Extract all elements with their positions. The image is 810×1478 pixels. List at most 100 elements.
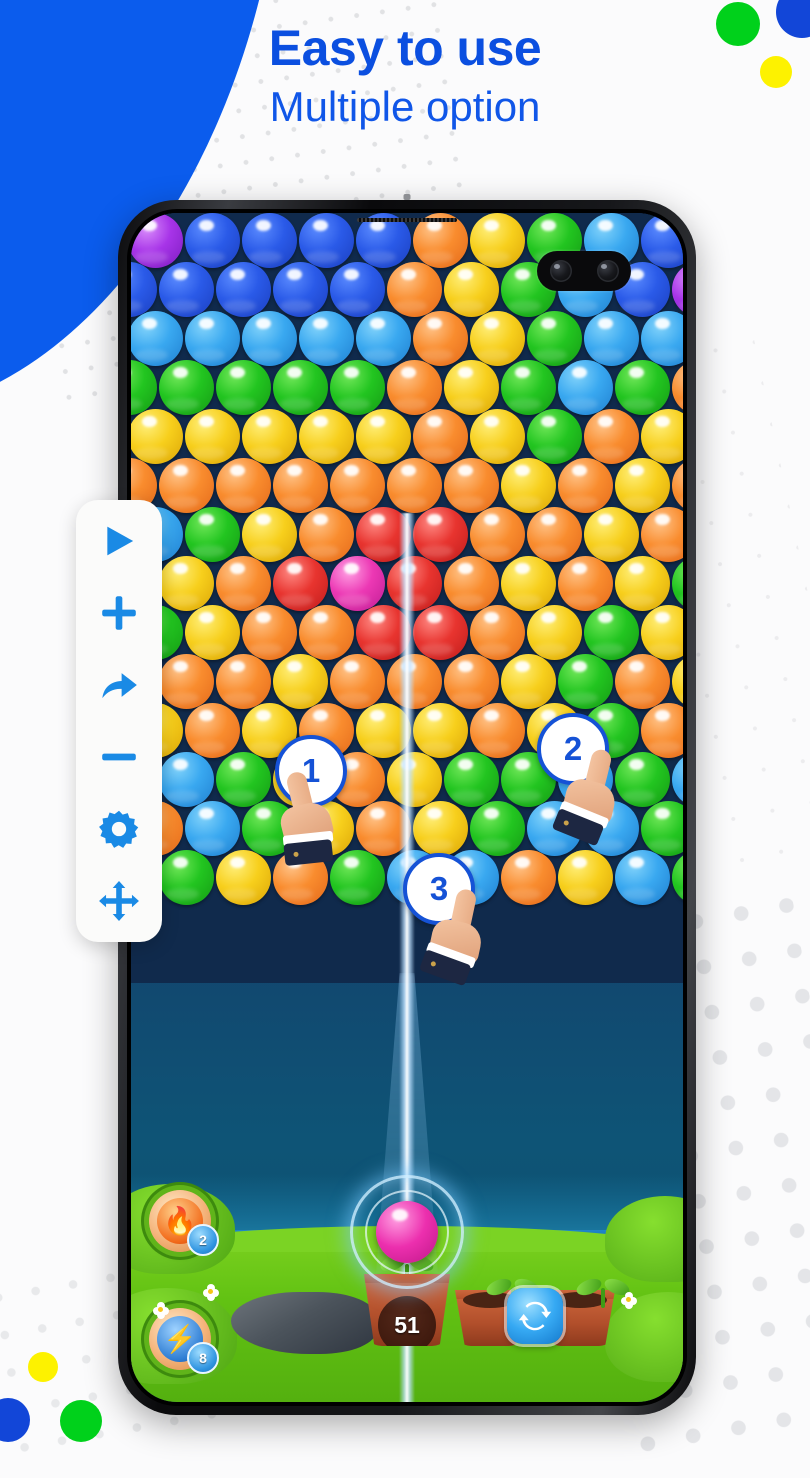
bubble-green[interactable] — [159, 850, 214, 905]
bubble-yellow[interactable] — [615, 556, 670, 611]
bubble-purple[interactable] — [672, 262, 683, 317]
bubble-orange[interactable] — [641, 703, 683, 758]
bubble-yellow[interactable] — [641, 409, 683, 464]
bubble-yellow[interactable] — [615, 458, 670, 513]
bubble-orange[interactable] — [330, 458, 385, 513]
swap-bubble-button[interactable] — [507, 1288, 563, 1344]
share-button[interactable] — [93, 662, 145, 708]
marker-1[interactable]: 1 — [275, 735, 347, 867]
bubble-lblue[interactable] — [159, 752, 214, 807]
bubble-orange[interactable] — [470, 605, 525, 660]
bubble-lblue[interactable] — [641, 311, 683, 366]
bubble-yellow[interactable] — [273, 654, 328, 709]
bubble-green[interactable] — [641, 801, 683, 856]
bubble-purple[interactable] — [131, 213, 183, 268]
bubble-orange[interactable] — [216, 556, 271, 611]
bubble-orange[interactable] — [501, 850, 556, 905]
bubble-orange[interactable] — [216, 458, 271, 513]
bubble-orange[interactable] — [216, 654, 271, 709]
bubble-green[interactable] — [672, 850, 683, 905]
bubble-orange[interactable] — [641, 507, 683, 562]
bubble-green[interactable] — [216, 360, 271, 415]
bubble-red[interactable] — [273, 556, 328, 611]
bubble-orange[interactable] — [159, 458, 214, 513]
bubble-launcher[interactable] — [347, 1172, 467, 1292]
marker-3[interactable]: 3 — [403, 853, 485, 987]
bubble-yellow[interactable] — [242, 507, 297, 562]
add-button[interactable] — [93, 590, 145, 636]
bubble-orange[interactable] — [584, 409, 639, 464]
bubble-orange[interactable] — [330, 654, 385, 709]
bubble-green[interactable] — [330, 850, 385, 905]
bubble-orange[interactable] — [470, 703, 525, 758]
bubble-green[interactable] — [444, 752, 499, 807]
bubble-lblue[interactable] — [299, 311, 354, 366]
bubble-blue[interactable] — [641, 213, 683, 268]
marker-2[interactable]: 2 — [537, 713, 619, 847]
bubble-blue[interactable] — [242, 213, 297, 268]
play-button[interactable] — [93, 518, 145, 564]
bubble-orange[interactable] — [159, 654, 214, 709]
bubble-green[interactable] — [216, 752, 271, 807]
bubble-orange[interactable] — [444, 458, 499, 513]
bubble-green[interactable] — [672, 556, 683, 611]
bubble-orange[interactable] — [444, 556, 499, 611]
bubble-yellow[interactable] — [641, 605, 683, 660]
bubble-lblue[interactable] — [672, 752, 683, 807]
bubble-yellow[interactable] — [672, 654, 683, 709]
bubble-blue[interactable] — [299, 213, 354, 268]
bubble-red[interactable] — [413, 605, 468, 660]
bubble-orange[interactable] — [413, 311, 468, 366]
bubble-red[interactable] — [413, 507, 468, 562]
bubble-green[interactable] — [330, 360, 385, 415]
bubble-orange[interactable] — [299, 507, 354, 562]
bubble-orange[interactable] — [558, 458, 613, 513]
bubble-orange[interactable] — [527, 507, 582, 562]
bubble-orange[interactable] — [299, 605, 354, 660]
bubble-orange[interactable] — [413, 409, 468, 464]
move-button[interactable] — [93, 878, 145, 924]
bubble-yellow[interactable] — [216, 850, 271, 905]
bubble-lblue[interactable] — [185, 801, 240, 856]
bubble-yellow[interactable] — [242, 409, 297, 464]
bubble-orange[interactable] — [672, 458, 683, 513]
bubble-yellow[interactable] — [356, 409, 411, 464]
bubble-orange[interactable] — [444, 654, 499, 709]
bubble-lblue[interactable] — [558, 360, 613, 415]
bubble-orange[interactable] — [672, 360, 683, 415]
bubble-lblue[interactable] — [615, 850, 670, 905]
bubble-green[interactable] — [584, 605, 639, 660]
bubble-yellow[interactable] — [470, 311, 525, 366]
bubble-orange[interactable] — [387, 262, 442, 317]
bubble-yellow[interactable] — [501, 654, 556, 709]
bubble-yellow[interactable] — [527, 605, 582, 660]
bubble-green[interactable] — [185, 507, 240, 562]
bubble-lblue[interactable] — [584, 311, 639, 366]
bubble-yellow[interactable] — [501, 458, 556, 513]
bubble-lblue[interactable] — [131, 311, 183, 366]
bubble-yellow[interactable] — [413, 801, 468, 856]
bubble-lblue[interactable] — [185, 311, 240, 366]
bubble-green[interactable] — [273, 360, 328, 415]
bubble-green[interactable] — [527, 311, 582, 366]
bubble-orange[interactable] — [615, 654, 670, 709]
bubble-blue[interactable] — [330, 262, 385, 317]
bubble-yellow[interactable] — [444, 360, 499, 415]
bubble-yellow[interactable] — [470, 213, 525, 268]
bubble-orange[interactable] — [387, 458, 442, 513]
bubble-orange[interactable] — [273, 458, 328, 513]
fire-powerup[interactable]: 🔥 2 — [149, 1190, 219, 1256]
bubble-green[interactable] — [615, 360, 670, 415]
bubble-green[interactable] — [558, 654, 613, 709]
bubble-yellow[interactable] — [501, 556, 556, 611]
settings-button[interactable] — [93, 806, 145, 852]
bubble-orange[interactable] — [470, 507, 525, 562]
bubble-yellow[interactable] — [470, 409, 525, 464]
bubble-blue[interactable] — [131, 262, 157, 317]
bubble-green[interactable] — [131, 360, 157, 415]
bubble-orange[interactable] — [185, 703, 240, 758]
bubble-yellow[interactable] — [185, 605, 240, 660]
bubble-pink[interactable] — [330, 556, 385, 611]
bubble-yellow[interactable] — [159, 556, 214, 611]
remove-button[interactable] — [93, 734, 145, 780]
